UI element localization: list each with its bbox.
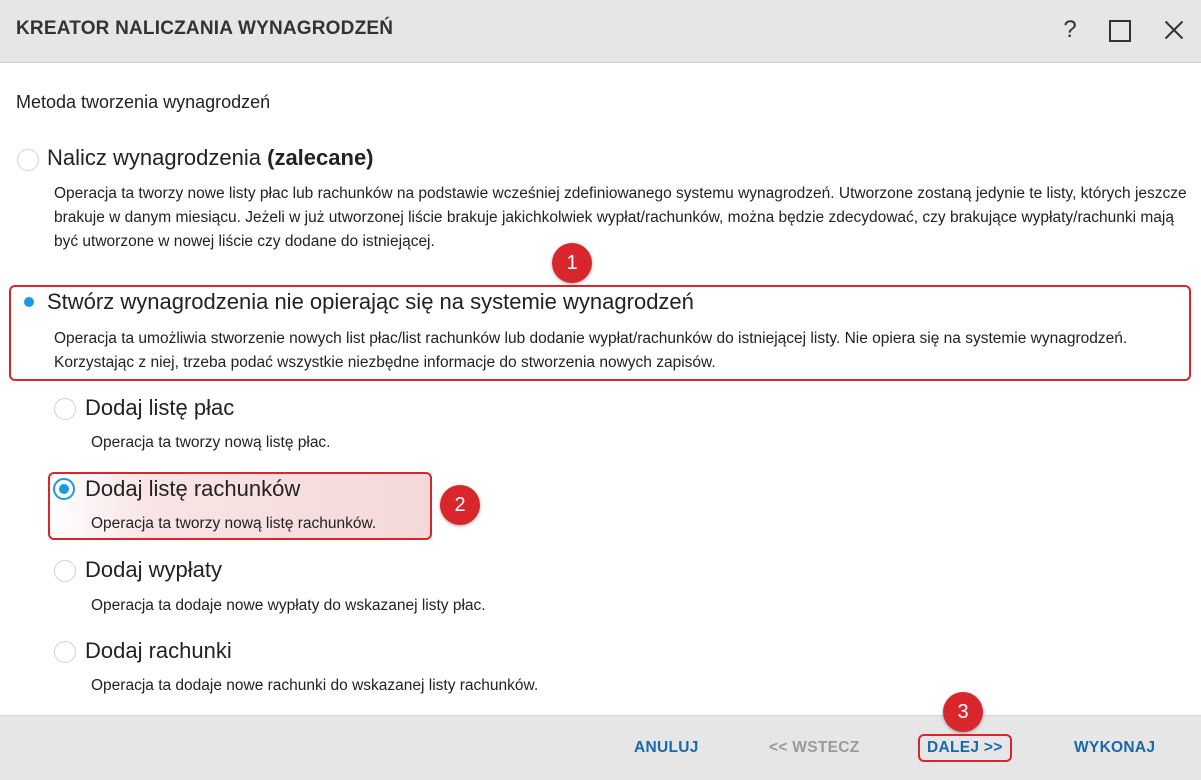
window-title: KREATOR NALICZANIA WYNAGRODZEŃ	[16, 18, 394, 39]
back-button: << WSTECZ	[769, 739, 860, 756]
radio-nalicz-wynagrodzenia[interactable]	[17, 149, 39, 171]
radio-dodaj-rachunki[interactable]	[54, 641, 76, 663]
option-dodaj-liste-plac-title[interactable]: Dodaj listę płac	[85, 395, 234, 421]
section-title: Metoda tworzenia wynagrodzeń	[16, 92, 271, 112]
execute-button[interactable]: WYKONAJ	[1074, 739, 1155, 757]
help-icon: ?	[1063, 16, 1077, 43]
option-dodaj-rachunki-title[interactable]: Dodaj rachunki	[85, 638, 232, 664]
annotation-badge-1: 1	[552, 243, 592, 283]
help-button[interactable]: ?	[1052, 12, 1088, 48]
cancel-button[interactable]: ANULUJ	[634, 739, 699, 757]
option-nalicz-description: Operacja ta tworzy nowe listy płac lub r…	[54, 185, 1187, 250]
radio-stworz-wynagrodzenia[interactable]	[20, 293, 38, 311]
option-stworz-title[interactable]: Stwórz wynagrodzenia nie opierając się n…	[47, 289, 694, 315]
highlight-box-3	[918, 734, 1012, 762]
title-bar: KREATOR NALICZANIA WYNAGRODZEŃ ?	[0, 0, 1201, 63]
option-dodaj-rachunki-description: Operacja ta dodaje nowe rachunki do wska…	[91, 677, 539, 694]
radio-dodaj-liste-plac[interactable]	[54, 398, 76, 420]
option-dodaj-liste-plac-description: Operacja ta tworzy nową listę płac.	[91, 434, 331, 451]
close-button[interactable]	[1156, 12, 1192, 48]
option-dodaj-liste-rachunkow-description: Operacja ta tworzy nową listę rachunków.	[91, 515, 377, 532]
option-dodaj-wyplaty-title[interactable]: Dodaj wypłaty	[85, 557, 222, 583]
radio-dodaj-wyplaty[interactable]	[54, 560, 76, 582]
annotation-badge-2: 2	[440, 485, 480, 525]
footer-bar: ANULUJ << WSTECZ DALEJ >> WYKONAJ	[0, 715, 1201, 780]
option-nalicz-title[interactable]: Nalicz wynagrodzenia (zalecane)	[47, 145, 374, 171]
maximize-icon	[1109, 20, 1131, 42]
option-dodaj-wyplaty-description: Operacja ta dodaje nowe wypłaty do wskaz…	[91, 597, 486, 614]
maximize-button[interactable]	[1102, 12, 1138, 48]
annotation-badge-3: 3	[943, 692, 983, 732]
option-stworz-description: Operacja ta umożliwia stworzenie nowych …	[54, 330, 1128, 371]
radio-dodaj-liste-rachunkow[interactable]	[53, 478, 75, 500]
option-dodaj-liste-rachunkow-title[interactable]: Dodaj listę rachunków	[85, 476, 300, 502]
